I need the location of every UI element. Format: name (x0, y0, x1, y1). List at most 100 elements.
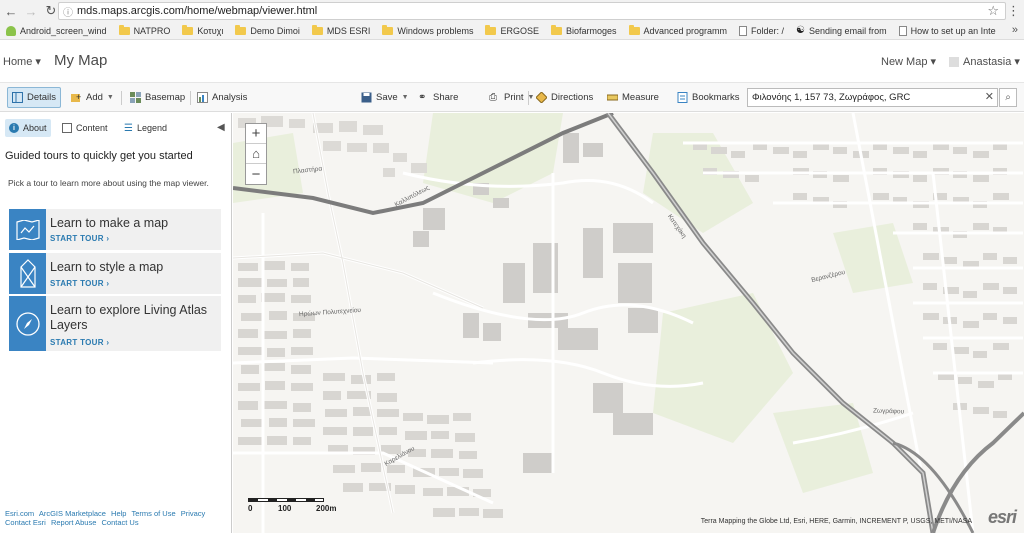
folder-icon (485, 24, 497, 35)
panel-tabs: i About Content ☰ Legend ◀ (0, 117, 232, 139)
chevron-down-icon: ▾ (35, 56, 41, 68)
footer-link[interactable]: Esri.com (5, 509, 34, 518)
back-icon[interactable]: ← (2, 2, 20, 20)
bookmarks-overflow-button[interactable]: » (1012, 24, 1018, 36)
tour-card[interactable]: Learn to make a map START TOUR › (9, 209, 221, 250)
bookmark-item[interactable]: Demo Dimoi (235, 24, 300, 36)
browser-menu-icon[interactable]: ⋮ (1007, 3, 1020, 19)
search-button[interactable]: ⌕ (999, 88, 1017, 107)
bookmark-item[interactable]: MDS ESRI (311, 24, 370, 36)
scale-bar: 0 100 200m (248, 496, 358, 516)
add-button[interactable]: + Add ▼ (67, 87, 118, 108)
folder-icon (628, 24, 640, 35)
clear-icon[interactable]: ✕ (985, 90, 994, 103)
tab-about[interactable]: i About (5, 119, 51, 137)
bookmark-item[interactable]: Biofarmoges (550, 24, 617, 36)
basemap-button[interactable]: Basemap (126, 87, 189, 108)
avatar (949, 56, 959, 67)
bookmark-item[interactable]: ERGOSE (485, 24, 539, 36)
tour-card[interactable]: Learn to style a map START TOUR › (9, 253, 221, 294)
bookmark-item[interactable]: Κοτυχι (182, 24, 223, 36)
bookmark-item[interactable]: Advanced programm (628, 24, 727, 36)
basemap-tiles (233, 113, 1024, 533)
directions-icon (536, 92, 547, 103)
tab-content[interactable]: Content (58, 119, 112, 137)
basemap-icon (130, 92, 141, 103)
share-button[interactable]: ⚭ Share (414, 87, 462, 108)
print-button[interactable]: ⎙ Print ▼ (485, 87, 538, 108)
chevron-down-icon: ▾ (1014, 56, 1020, 68)
info-icon: i (9, 123, 19, 133)
user-menu[interactable]: Anastasia ▾ (949, 55, 1020, 68)
footer-link[interactable]: Privacy (181, 509, 206, 518)
style-icon (9, 253, 46, 294)
search-icon: ⌕ (1005, 92, 1011, 103)
start-tour-link[interactable]: START TOUR › (50, 234, 109, 243)
map-view[interactable]: Πλαστήρα Ηρώων Πολυτεχνείου Καρελιάνου Κ… (233, 113, 1024, 533)
toolbar-divider (528, 91, 529, 105)
tour-title: Learn to explore Living Atlas Layers (50, 303, 208, 332)
page-icon (898, 25, 907, 36)
new-map-menu[interactable]: New Map ▾ (881, 55, 936, 68)
start-tour-link[interactable]: START TOUR › (50, 338, 109, 347)
chevron-down-icon: ▼ (106, 94, 114, 101)
search-input[interactable]: Φιλονόης 1, 157 73, Ζωγράφος, GRC ✕ (747, 88, 998, 107)
footer-link[interactable]: Report Abuse (51, 518, 96, 527)
bookmark-item[interactable]: How to set up an Inte (898, 25, 996, 36)
bookmark-item[interactable]: Folder: / (739, 25, 784, 36)
tour-card[interactable]: Learn to explore Living Atlas Layers STA… (9, 296, 221, 351)
analysis-icon (197, 92, 208, 103)
home-menu[interactable]: Home ▾ (3, 55, 41, 68)
start-tour-link[interactable]: START TOUR › (50, 279, 109, 288)
bookmarks-bar: Android_screen_wind NATPRO Κοτυχι Demo D… (0, 22, 1024, 40)
bookmark-icon (677, 92, 688, 103)
zoom-out-button[interactable]: − (246, 164, 266, 184)
map-toolbar: Details + Add ▼ Basemap Analysis Save ▼ ⚭ … (0, 82, 1024, 112)
details-button[interactable]: Details (7, 87, 61, 108)
home-icon: ⌂ (252, 146, 260, 161)
forward-icon[interactable]: → (22, 2, 40, 20)
panel-heading: Guided tours to quickly get you started (5, 150, 193, 162)
folder-icon (382, 24, 394, 35)
toolbar-divider (190, 91, 191, 105)
panel-intro: Pick a tour to learn more about using th… (8, 178, 209, 188)
bookmark-item[interactable]: NATPRO (118, 24, 170, 36)
footer-link[interactable]: Help (111, 509, 126, 518)
map-icon (9, 209, 46, 250)
measure-button[interactable]: Measure (603, 87, 663, 108)
footer-link[interactable]: ArcGIS Marketplace (39, 509, 106, 518)
footer-link[interactable]: Contact Esri (5, 518, 46, 527)
bookmark-item[interactable]: ☯ Sending email from (796, 25, 887, 36)
ruler-icon (607, 94, 618, 101)
scale-bar-graphic (248, 498, 324, 502)
bookmark-item[interactable]: Android_screen_wind (6, 25, 107, 36)
chevron-down-icon: ▾ (930, 56, 937, 68)
footer-link[interactable]: Terms of Use (131, 509, 175, 518)
tour-title: Learn to make a map (50, 216, 169, 230)
folder-icon (182, 24, 194, 35)
browser-toolbar: ← → ↻ ⓘ mds.maps.arcgis.com/home/webmap/… (0, 0, 1024, 22)
directions-button[interactable]: Directions (532, 87, 597, 108)
collapse-panel-icon[interactable]: ◀ (217, 122, 225, 133)
bookmarks-button[interactable]: Bookmarks (673, 87, 744, 108)
page-icon (739, 25, 748, 36)
home-extent-button[interactable]: ⌂ (246, 144, 266, 164)
app-header: Home ▾ My Map New Map ▾ Anastasia ▾ (0, 41, 1024, 81)
zoom-in-button[interactable]: + (246, 124, 266, 144)
bookmark-star-icon[interactable]: ☆ (987, 3, 999, 19)
toolbar-divider (121, 91, 122, 105)
page-info-icon[interactable]: ⓘ (63, 4, 73, 19)
footer-link[interactable]: Contact Us (102, 518, 139, 527)
bookmark-item[interactable]: Windows problems (382, 24, 473, 36)
analysis-button[interactable]: Analysis (193, 87, 251, 108)
save-button[interactable]: Save ▼ (357, 87, 413, 108)
folder-icon (235, 24, 247, 35)
address-bar[interactable]: ⓘ mds.maps.arcgis.com/home/webmap/viewer… (58, 2, 1006, 20)
print-icon: ⎙ (489, 92, 497, 103)
tab-legend[interactable]: ☰ Legend (120, 119, 171, 137)
esri-logo: esri (987, 507, 1017, 527)
svg-text:+: + (76, 92, 81, 102)
scale-label: 100 (278, 504, 292, 513)
android-icon (6, 25, 16, 36)
page-title: My Map (54, 52, 108, 69)
